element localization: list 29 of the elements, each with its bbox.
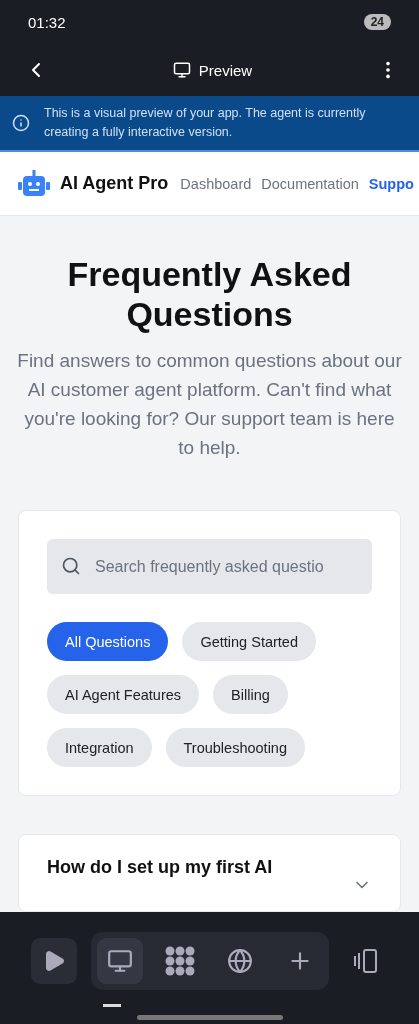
search-field[interactable]: Search frequently asked questio [47, 539, 372, 594]
robot-icon [18, 169, 50, 198]
search-icon [61, 556, 81, 576]
faq-question: How do I set up my first AI [47, 857, 273, 878]
category-chip[interactable]: Billing [213, 675, 288, 714]
page-title: Frequently Asked Questions [66, 254, 353, 334]
desktop-button[interactable] [96, 938, 143, 984]
nav-link[interactable]: Dashboard [180, 175, 252, 192]
globe-icon [226, 948, 253, 974]
devices-icon [351, 948, 380, 974]
category-chip[interactable]: Getting Started [182, 622, 316, 661]
category-chip[interactable]: Integration [47, 728, 152, 767]
info-icon [12, 114, 30, 132]
nav-link[interactable]: Suppo [368, 175, 414, 192]
monitor-icon [172, 61, 191, 79]
faq-card[interactable]: How do I set up my first AI [18, 834, 401, 912]
nav-link[interactable]: Documentation [261, 175, 359, 192]
status-time: 01:32 [28, 13, 66, 31]
category-chip[interactable]: All Questions [47, 622, 169, 661]
brand-name: AI Agent Pro [60, 173, 169, 194]
battery-indicator: 24 [363, 14, 391, 30]
desktop-icon [106, 948, 133, 974]
play-button[interactable] [30, 938, 77, 984]
page-subtitle: Find answers to common questions about our AI customer agent platform. Can't find what you're looking for? Our support team is here to help. [16, 349, 403, 460]
banner-text: This is a visual preview of your app. The agent is currently creating a fully interactive version. [44, 105, 367, 141]
category-chip[interactable]: AI Agent Features [47, 675, 200, 714]
dots-cluster-icon [164, 946, 195, 976]
category-chip[interactable]: Troubleshooting [165, 728, 305, 767]
app-bar-title: Preview [198, 61, 253, 79]
